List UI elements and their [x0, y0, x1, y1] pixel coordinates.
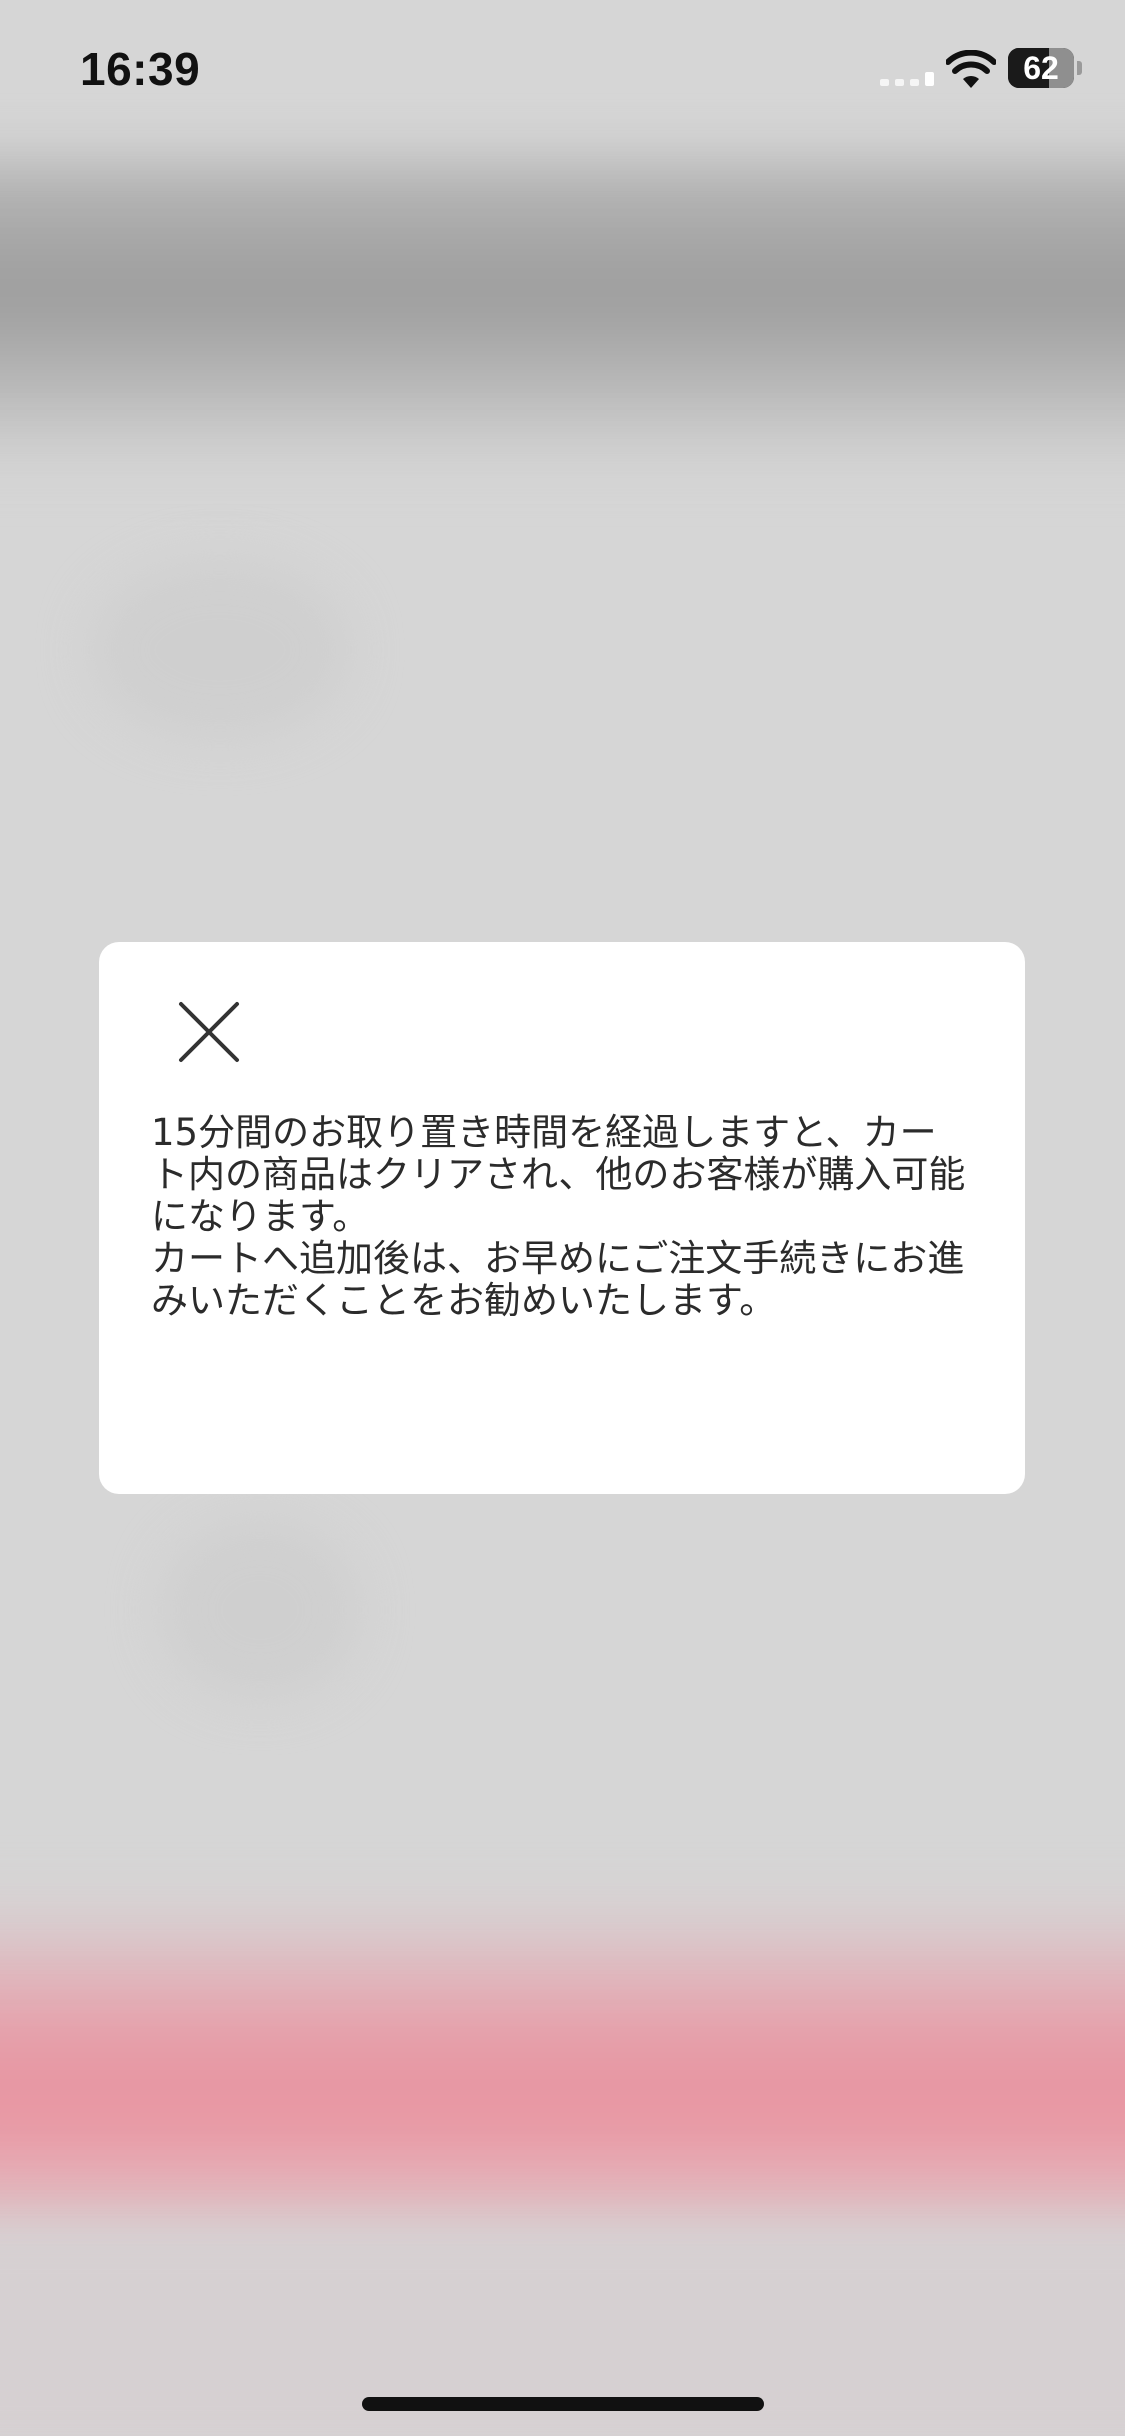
close-icon: [179, 1002, 239, 1062]
blurred-shape: [90, 560, 350, 740]
wifi-icon: [945, 49, 997, 90]
battery-icon: 62: [1008, 48, 1074, 88]
status-bar: 16:39 62: [0, 0, 1125, 140]
blurred-cart-button: [0, 1930, 1125, 2230]
blurred-shape: [160, 1520, 360, 1700]
home-indicator[interactable]: [362, 2397, 764, 2411]
message-line: 15分間のお取り置き時間を経過しますと、カート内の商品はクリアされ、他のお客様が…: [151, 1111, 966, 1238]
blurred-header: [0, 160, 1125, 460]
battery-level: 62: [1023, 50, 1059, 86]
cart-hold-notice-dialog: 15分間のお取り置き時間を経過しますと、カート内の商品はクリアされ、他のお客様が…: [99, 942, 1025, 1494]
message-line: カートへ追加後は、お早めにご注文手続きにお進みいただくことをお勧めいたします。: [151, 1237, 965, 1322]
dialog-message: 15分間のお取り置き時間を経過しますと、カート内の商品はクリアされ、他のお客様が…: [151, 1112, 971, 1322]
status-time: 16:39: [80, 43, 201, 95]
close-button[interactable]: [169, 992, 249, 1072]
battery-cap: [1077, 61, 1082, 75]
cellular-signal-icon: [880, 62, 936, 86]
